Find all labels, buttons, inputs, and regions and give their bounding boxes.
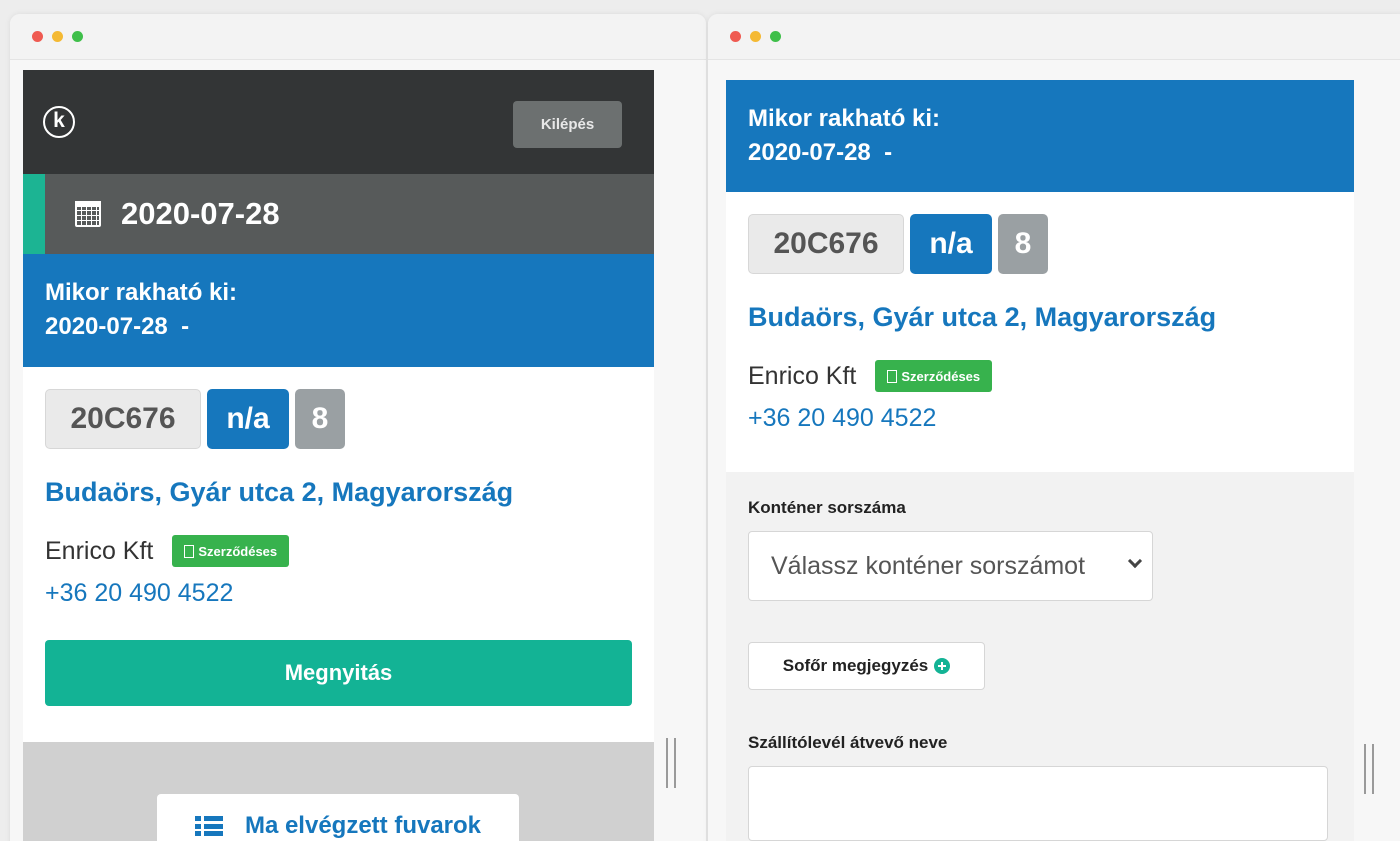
contract-badge: Szerződéses xyxy=(172,535,290,567)
unload-time-range: 2020-07-28 - xyxy=(748,138,893,166)
company-name: Enrico Kft xyxy=(45,536,154,565)
unload-time-header: Mikor rakható ki: 2020-07-28 - xyxy=(23,254,654,367)
job-badges: 20C676 n/a 8 xyxy=(45,389,632,449)
company-name: Enrico Kft xyxy=(748,361,857,390)
footer-section: Ma elvégzett fuvarok xyxy=(23,742,654,841)
completed-jobs-label: Ma elvégzett fuvarok xyxy=(244,812,482,839)
phone-link[interactable]: +36 20 490 4522 xyxy=(45,579,632,608)
resize-handle[interactable] xyxy=(666,738,676,788)
unload-time-title: Mikor rakható ki: xyxy=(748,105,941,132)
maximize-window-button[interactable] xyxy=(770,31,781,42)
job-form: Konténer sorszáma Válassz konténer sorsz… xyxy=(726,472,1354,841)
receiver-name-input[interactable] xyxy=(748,766,1328,841)
resize-handle[interactable] xyxy=(1364,744,1374,794)
container-number-placeholder: Válassz konténer sorszámot xyxy=(771,551,1086,580)
job-card: 20C676 n/a 8 Budaörs, Gyár utca 2, Magya… xyxy=(23,389,654,706)
unload-time-header: Mikor rakható ki: 2020-07-28 - xyxy=(726,80,1354,192)
app-viewport: k Kilépés 2020-07-28 Mikor rakható ki: 2… xyxy=(23,70,654,841)
right-window: Mikor rakható ki: 2020-07-28 - 20C676 n/… xyxy=(708,14,1400,841)
window-titlebar xyxy=(10,14,706,60)
job-badges: 20C676 n/a 8 xyxy=(748,214,1332,274)
minimize-window-button[interactable] xyxy=(52,31,63,42)
container-id-badge: 20C676 xyxy=(748,214,904,274)
contract-badge-label: Szerződéses xyxy=(198,543,278,559)
count-badge: 8 xyxy=(998,214,1048,274)
unload-time-title: Mikor rakható ki: xyxy=(45,279,238,306)
current-date: 2020-07-28 xyxy=(121,196,280,231)
logout-button[interactable]: Kilépés xyxy=(513,101,622,148)
completed-jobs-button[interactable]: Ma elvégzett fuvarok xyxy=(157,794,519,841)
phone-link[interactable]: +36 20 490 4522 xyxy=(748,404,1332,433)
status-badge: n/a xyxy=(207,389,289,449)
close-window-button[interactable] xyxy=(32,31,43,42)
app-viewport: Mikor rakható ki: 2020-07-28 - 20C676 n/… xyxy=(726,80,1354,841)
date-bar: 2020-07-28 xyxy=(23,174,654,254)
container-number-label: Konténer sorszáma xyxy=(748,498,906,517)
container-number-select[interactable]: Válassz konténer sorszámot xyxy=(748,531,1153,601)
calendar-icon xyxy=(75,201,101,227)
company-row: Enrico Kft Szerződéses xyxy=(45,535,632,567)
document-icon xyxy=(184,544,195,558)
document-icon xyxy=(887,369,898,383)
contract-badge: Szerződéses xyxy=(875,360,993,392)
close-window-button[interactable] xyxy=(730,31,741,42)
contract-badge-label: Szerződéses xyxy=(901,368,981,384)
logo-icon[interactable]: k xyxy=(43,106,75,138)
company-row: Enrico Kft Szerződéses xyxy=(748,360,1332,392)
job-card: 20C676 n/a 8 Budaörs, Gyár utca 2, Magya… xyxy=(726,214,1354,433)
status-badge: n/a xyxy=(910,214,992,274)
window-titlebar xyxy=(708,14,1400,60)
container-id-badge: 20C676 xyxy=(45,389,201,449)
unload-time-range: 2020-07-28 - xyxy=(45,312,190,340)
chevron-down-icon xyxy=(1127,553,1143,569)
minimize-window-button[interactable] xyxy=(750,31,761,42)
job-address[interactable]: Budaörs, Gyár utca 2, Magyarország xyxy=(45,477,632,508)
list-icon xyxy=(194,816,223,836)
plus-circle-icon xyxy=(934,658,951,674)
left-window: k Kilépés 2020-07-28 Mikor rakható ki: 2… xyxy=(10,14,706,841)
maximize-window-button[interactable] xyxy=(72,31,83,42)
driver-note-button[interactable]: Sofőr megjegyzés xyxy=(748,642,985,690)
count-badge: 8 xyxy=(295,389,345,449)
receiver-name-label: Szállítólevél átvevő neve xyxy=(748,733,948,752)
job-address[interactable]: Budaörs, Gyár utca 2, Magyarország xyxy=(748,302,1332,333)
open-button[interactable]: Megnyitás xyxy=(45,640,632,706)
app-header: k Kilépés xyxy=(23,70,654,174)
driver-note-label: Sofőr megjegyzés xyxy=(782,656,929,675)
